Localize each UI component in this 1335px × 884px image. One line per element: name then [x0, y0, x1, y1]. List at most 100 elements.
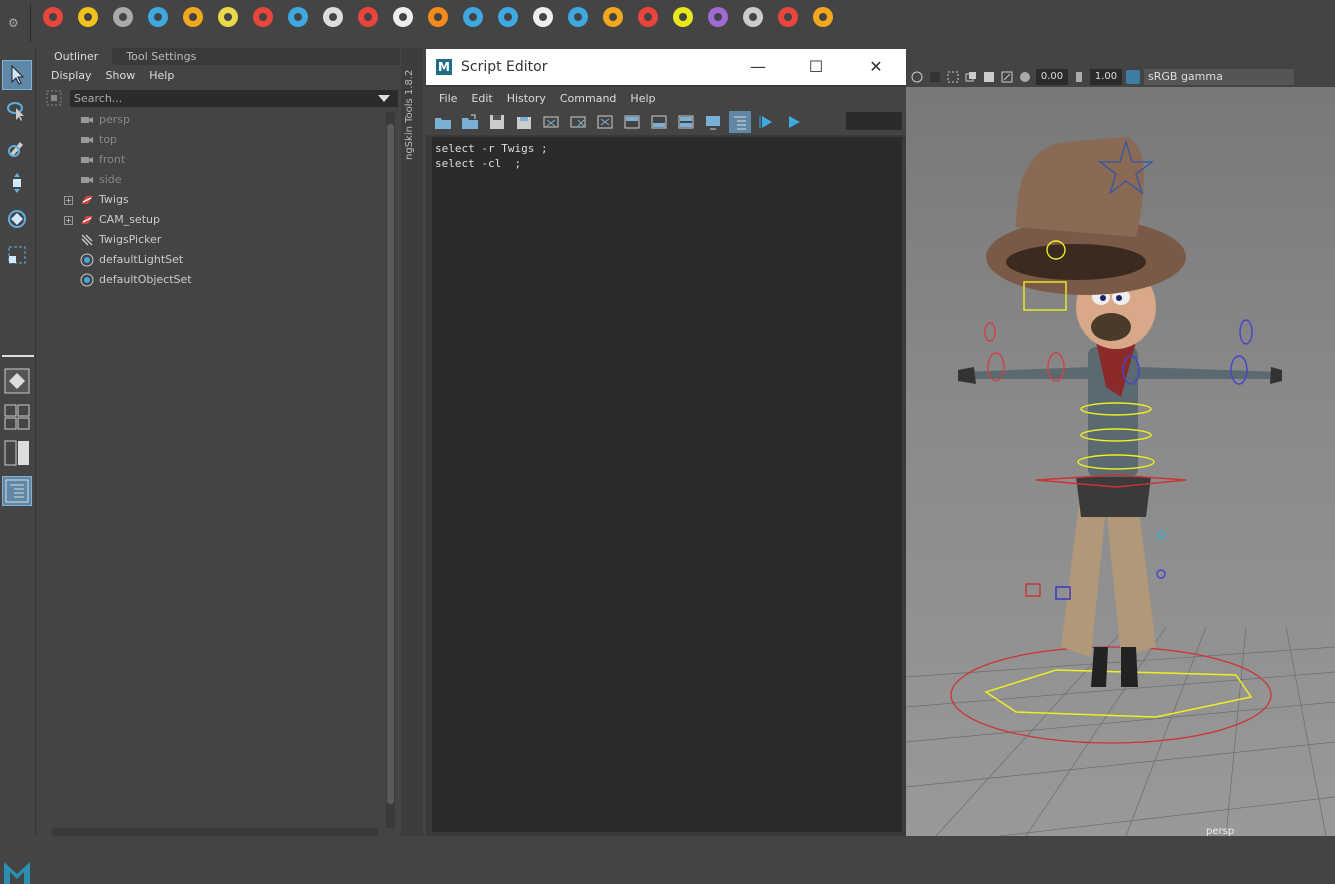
menu-command[interactable]: Command	[553, 92, 624, 105]
maya-app-icon: M	[436, 59, 452, 75]
grid-toggle-icon[interactable]	[982, 70, 996, 84]
gamma-icon[interactable]	[1072, 70, 1086, 84]
execute-icon[interactable]	[783, 111, 805, 133]
camera-attr-icon[interactable]	[910, 70, 924, 84]
magnet-icon[interactable]	[248, 2, 278, 32]
save-to-shelf-icon[interactable]	[513, 111, 535, 133]
rotate-r-icon[interactable]	[73, 2, 103, 32]
outliner-item-defaultlightset[interactable]: defaultLightSet	[80, 250, 183, 270]
menu-help[interactable]: Help	[142, 69, 181, 82]
outliner-item-top[interactable]: top	[80, 130, 117, 150]
script-editor-titlebar[interactable]: M Script Editor — ☐ ✕	[426, 49, 906, 85]
hook-icon[interactable]	[633, 2, 663, 32]
print-icon[interactable]	[738, 2, 768, 32]
outliner-item-persp[interactable]: persp	[80, 110, 130, 130]
compass-circle-icon[interactable]	[773, 2, 803, 32]
filter-icon[interactable]	[46, 90, 62, 106]
stack-lines-icon[interactable]	[213, 2, 243, 32]
color-wheel-icon[interactable]	[808, 2, 838, 32]
paint-select-icon[interactable]	[2, 132, 32, 162]
sparkle-icon[interactable]	[458, 2, 488, 32]
exposure-field[interactable]: 0.00	[1036, 68, 1068, 85]
ngskin-tools-strip[interactable]	[401, 48, 423, 836]
outliner-item-front[interactable]: front	[80, 150, 125, 170]
grid-dots-icon[interactable]	[353, 2, 383, 32]
script-history-output[interactable]: select -r Twigs ; select -cl ;	[432, 137, 902, 832]
set-icon	[80, 273, 94, 287]
gamma-field[interactable]: 1.00	[1090, 68, 1122, 85]
tab-tool-settings[interactable]: Tool Settings	[112, 48, 210, 65]
outliner-item-defaultobjectset[interactable]: defaultObjectSet	[80, 270, 192, 290]
fire-icon[interactable]	[178, 2, 208, 32]
exposure-icon[interactable]	[1018, 70, 1032, 84]
shelf-icons	[38, 2, 838, 32]
select-tool-icon[interactable]	[2, 60, 32, 90]
script-editor-toolbar	[426, 109, 906, 135]
lasso-tool-icon[interactable]	[2, 96, 32, 126]
scale-tool-icon[interactable]	[2, 240, 32, 270]
single-perspective-layout-icon[interactable]	[2, 366, 32, 396]
outliner-horizontal-scrollbar[interactable]	[52, 828, 378, 836]
share-icon[interactable]	[423, 2, 453, 32]
echo-all-commands-icon[interactable]	[702, 111, 724, 133]
outliner-item-twigspicker[interactable]: TwigsPicker	[80, 230, 161, 250]
crossed-lines-icon[interactable]	[318, 2, 348, 32]
close-icon[interactable]: ✕	[866, 57, 886, 77]
outliner-item-label: front	[99, 153, 126, 166]
clear-input-icon[interactable]	[567, 111, 589, 133]
path-icon[interactable]	[668, 2, 698, 32]
tab-outliner[interactable]: Outliner	[40, 48, 113, 65]
outliner-item-label: top	[99, 133, 118, 146]
show-both-icon[interactable]	[675, 111, 697, 133]
outliner-vertical-scrollbar[interactable]	[386, 112, 395, 828]
image-plane-icon[interactable]	[928, 70, 942, 84]
outliner-item-cam_setup[interactable]: + CAM_setup	[64, 210, 160, 230]
select-camera-icon[interactable]	[946, 70, 960, 84]
minimize-icon[interactable]: —	[748, 57, 768, 77]
color-management-icon[interactable]	[1126, 69, 1140, 84]
brush-circle-icon[interactable]	[388, 2, 418, 32]
menu-display[interactable]: Display	[44, 69, 99, 82]
show-history-icon[interactable]	[621, 111, 643, 133]
execute-all-icon[interactable]	[756, 111, 778, 133]
expand-icon[interactable]: +	[64, 215, 73, 225]
menu-help[interactable]: Help	[623, 92, 662, 105]
menu-show[interactable]: Show	[99, 69, 143, 82]
save-script-icon[interactable]	[486, 111, 508, 133]
share-nodes-icon[interactable]	[143, 2, 173, 32]
compass-icon[interactable]	[703, 2, 733, 32]
search-dropdown-icon[interactable]	[378, 95, 390, 102]
butterfly-icon[interactable]	[283, 2, 313, 32]
outliner-search-input[interactable]	[70, 90, 398, 107]
tag-icon[interactable]	[493, 2, 523, 32]
two-view-layout-icon[interactable]	[2, 438, 32, 468]
menu-file[interactable]: File	[432, 92, 464, 105]
maximize-icon[interactable]: ☐	[806, 57, 826, 77]
clear-all-icon[interactable]	[594, 111, 616, 133]
colorspace-dropdown[interactable]: sRGB gamma	[1144, 68, 1294, 85]
open-script-icon[interactable]	[432, 111, 454, 133]
resolution-gate-icon[interactable]	[1000, 70, 1014, 84]
show-input-icon[interactable]	[648, 111, 670, 133]
four-view-layout-icon[interactable]	[2, 402, 32, 432]
line-numbers-icon[interactable]	[729, 111, 751, 133]
clear-history-icon[interactable]	[540, 111, 562, 133]
maya-m-icon[interactable]	[108, 2, 138, 32]
shelf-gear-icon[interactable]: ⚙	[8, 16, 22, 30]
rotate-tool-icon[interactable]	[2, 204, 32, 234]
menu-history[interactable]: History	[500, 92, 553, 105]
outliner-layout-icon[interactable]	[2, 476, 32, 506]
quick-help-field[interactable]	[846, 112, 902, 130]
layers-icon[interactable]	[38, 2, 68, 32]
outliner-item-side[interactable]: side	[80, 170, 122, 190]
expand-icon[interactable]: +	[64, 195, 73, 205]
diamond-icon[interactable]	[563, 2, 593, 32]
source-script-icon[interactable]	[459, 111, 481, 133]
lock-icon[interactable]	[598, 2, 628, 32]
menu-edit[interactable]: Edit	[464, 92, 499, 105]
sun-icon[interactable]	[528, 2, 558, 32]
bookmark-icon[interactable]	[964, 70, 978, 84]
move-tool-icon[interactable]	[2, 168, 32, 198]
outliner-item-twigs[interactable]: + Twigs	[64, 190, 129, 210]
scrollbar-thumb[interactable]	[387, 124, 394, 804]
